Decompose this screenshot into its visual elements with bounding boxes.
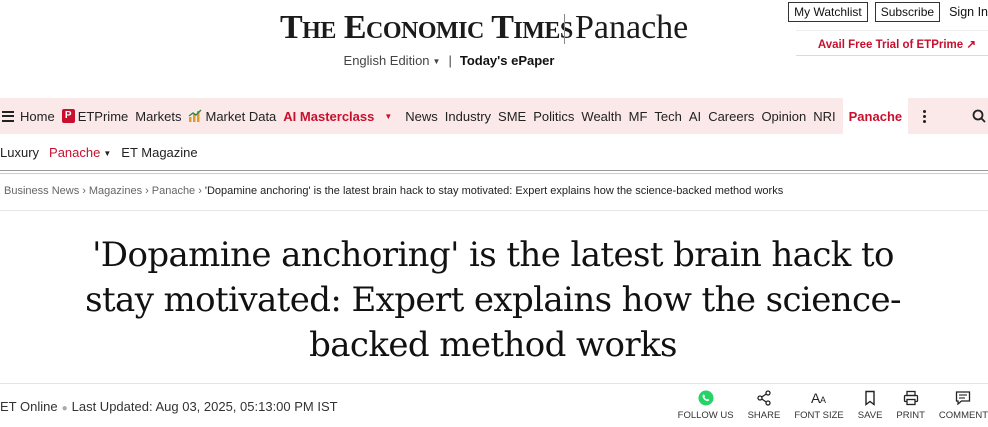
etprime-icon: P	[61, 109, 75, 123]
nav-ai[interactable]: AI	[689, 109, 701, 124]
nav-market-data-label: Market Data	[205, 108, 277, 124]
bookmark-icon	[865, 390, 875, 406]
nav-opinion[interactable]: Opinion	[761, 109, 806, 124]
whatsapp-icon	[698, 390, 714, 406]
print-icon	[903, 390, 918, 406]
chevron-down-icon: ▼	[103, 149, 112, 159]
main-nav: Home P ETPrime Markets Market Data AI Mas…	[0, 98, 988, 134]
nav-panache[interactable]: Panache	[842, 98, 909, 134]
breadcrumb-panache[interactable]: Panache	[152, 185, 195, 197]
divider	[0, 170, 988, 174]
nav-mf[interactable]: MF	[629, 109, 648, 124]
chevron-down-icon: ▼	[432, 57, 441, 67]
save-label: SAVE	[857, 410, 883, 421]
breadcrumb-magazines[interactable]: Magazines	[89, 185, 142, 197]
breadcrumb-separator: ›	[145, 185, 149, 197]
chevron-down-icon[interactable]: ▼	[384, 112, 392, 121]
nav-industry[interactable]: Industry	[445, 109, 491, 124]
nav-news[interactable]: News	[405, 109, 438, 124]
share-label: SHARE	[747, 410, 781, 421]
comment-label: COMMENT	[938, 410, 988, 421]
article-actions: FOLLOW US SHARE AA FONT SIZE SAVE PRINT …	[664, 390, 988, 421]
search-icon[interactable]	[972, 109, 986, 123]
subscribe-button[interactable]: Subscribe	[874, 2, 941, 22]
follow-us-button[interactable]: FOLLOW US	[678, 390, 734, 421]
byline-separator: ●	[61, 403, 68, 414]
edition-divider: |	[448, 53, 452, 68]
nav-home[interactable]: Home	[20, 109, 55, 124]
panache-logo[interactable]: Panache	[575, 10, 688, 46]
follow-us-label: FOLLOW US	[677, 410, 734, 421]
sign-in-link[interactable]: Sign In	[949, 5, 988, 19]
breadcrumb-current: 'Dopamine anchoring' is the latest brain…	[204, 185, 784, 197]
edition-selector[interactable]: English Edition ▼	[344, 53, 441, 68]
article-headline: 'Dopamine anchoring' is the latest brain…	[85, 235, 901, 365]
nav-markets[interactable]: Markets	[135, 109, 181, 124]
nav-ai-masterclass[interactable]: AI Masterclass ▼	[283, 109, 398, 124]
more-icon[interactable]	[914, 98, 934, 134]
nav-politics[interactable]: Politics	[533, 109, 574, 124]
nav-market-data[interactable]: Market Data	[188, 109, 276, 124]
subnav-luxury[interactable]: Luxury	[0, 145, 39, 160]
svg-text:A: A	[820, 395, 826, 405]
breadcrumb-business-news[interactable]: Business News	[4, 185, 79, 197]
logo-divider	[564, 14, 565, 44]
breadcrumb-separator: ›	[198, 185, 202, 197]
epaper-link[interactable]: Today's ePaper	[460, 53, 555, 68]
font-size-button[interactable]: AA FONT SIZE	[794, 390, 843, 421]
subnav-panache-label: Panache	[49, 145, 101, 160]
subnav-panache[interactable]: Panache ▼	[49, 145, 111, 160]
breadcrumb-separator: ›	[82, 185, 86, 197]
et-logo[interactable]: The Economic Times	[280, 10, 573, 46]
edition-label: English Edition	[343, 53, 430, 68]
hamburger-icon[interactable]	[2, 110, 14, 122]
nav-etprime[interactable]: P ETPrime	[61, 108, 129, 124]
save-button[interactable]: SAVE	[857, 390, 883, 421]
print-label: PRINT	[896, 410, 925, 421]
comment-button[interactable]: COMMENT	[939, 390, 988, 421]
font-size-icon: AA	[811, 390, 826, 406]
nav-nri[interactable]: NRI	[813, 109, 835, 124]
font-size-label: FONT SIZE	[794, 410, 844, 421]
print-button[interactable]: PRINT	[896, 390, 925, 421]
nav-sme[interactable]: SME	[498, 109, 526, 124]
byline: ET Online ● Last Updated: Aug 03, 2025, 05…	[0, 399, 338, 414]
author-link[interactable]: ET Online	[0, 399, 58, 414]
last-updated: Last Updated: Aug 03, 2025, 05:13:00 PM …	[71, 399, 338, 414]
nav-ai-masterclass-label: AI Masterclass	[283, 108, 375, 124]
nav-etprime-label: ETPrime	[77, 108, 129, 124]
subnav-et-magazine[interactable]: ET Magazine	[121, 145, 197, 160]
share-icon	[757, 390, 771, 406]
market-data-icon	[189, 109, 202, 122]
nav-tech[interactable]: Tech	[654, 109, 681, 124]
divider	[0, 383, 988, 384]
account-links: My Watchlist Subscribe Sign In	[788, 2, 988, 22]
sub-nav: Luxury Panache ▼ ET Magazine	[0, 145, 198, 160]
breadcrumb: Business News › Magazines › Panache › 'Dopamin…	[4, 185, 783, 197]
edition-row: English Edition ▼ | Today's ePaper	[0, 53, 988, 68]
nav-wealth[interactable]: Wealth	[581, 109, 621, 124]
comment-icon	[956, 391, 971, 406]
nav-careers[interactable]: Careers	[708, 109, 754, 124]
my-watchlist-button[interactable]: My Watchlist	[788, 2, 868, 22]
share-button[interactable]: SHARE	[747, 390, 781, 421]
divider	[0, 210, 988, 211]
